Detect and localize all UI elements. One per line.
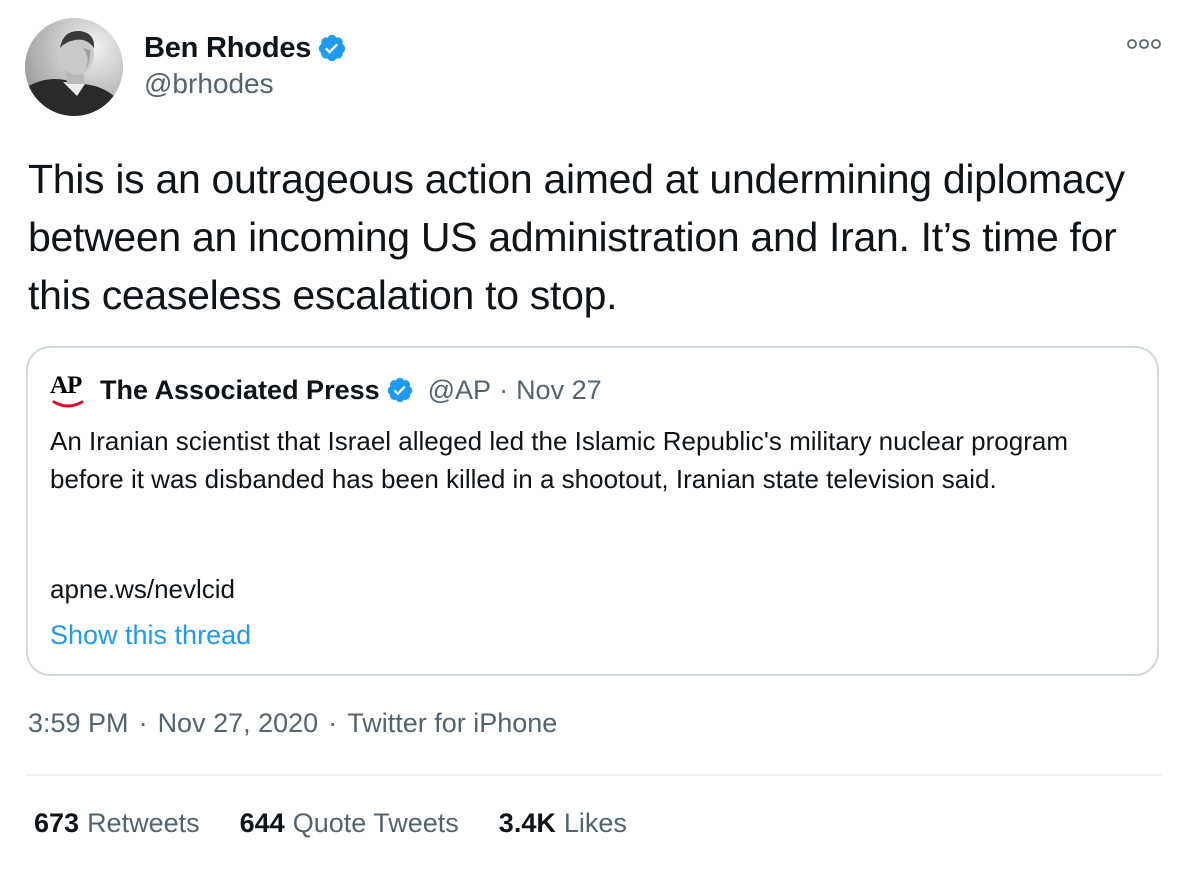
author-handle[interactable]: @brhodes: [144, 68, 274, 100]
verified-badge-icon: [317, 33, 347, 63]
tweet-text: This is an outrageous action aimed at un…: [28, 156, 1125, 318]
avatar[interactable]: [25, 18, 123, 116]
likes-count: 3.4K: [498, 808, 556, 838]
quote-tweets-label: Quote Tweets: [292, 808, 459, 838]
tweet-card: Ben Rhodes @brhodes This is an outrageou…: [0, 0, 1188, 874]
author-name-row: Ben Rhodes: [144, 28, 347, 68]
more-options-button[interactable]: [1124, 32, 1164, 56]
avatar-photo-icon: [25, 18, 123, 116]
quoted-handle[interactable]: @AP: [428, 375, 491, 406]
tweet-stats: 673 Retweets 644 Quote Tweets 3.4K Likes: [34, 808, 627, 839]
quoted-date[interactable]: Nov 27: [516, 375, 602, 406]
meta-separator: ·: [328, 708, 338, 738]
likes-label: Likes: [563, 808, 627, 838]
retweets-label: Retweets: [87, 808, 200, 838]
show-thread-link[interactable]: Show this thread: [50, 620, 251, 651]
quoted-tweet-body: An Iranian scientist that Israel alleged…: [50, 426, 1068, 494]
tweet-time[interactable]: 3:59 PM: [28, 708, 129, 738]
quote-tweets-stat[interactable]: 644 Quote Tweets: [240, 808, 459, 839]
meta-separator: ·: [138, 708, 148, 738]
author-name[interactable]: Ben Rhodes: [144, 32, 311, 65]
quoted-tweet-header: AP The Associated Press @AP · Nov 27: [50, 370, 602, 410]
quoted-tweet-link[interactable]: apne.ws/nevlcid: [50, 574, 235, 605]
more-options-icon: [1127, 39, 1161, 49]
quoted-tweet[interactable]: AP The Associated Press @AP · Nov 27 An …: [26, 346, 1159, 676]
ap-logo-text: AP: [50, 372, 82, 399]
quoted-author-name[interactable]: The Associated Press: [100, 375, 380, 406]
ap-logo-swoosh-icon: [52, 400, 84, 408]
retweets-count: 673: [34, 808, 80, 838]
tweet-source[interactable]: Twitter for iPhone: [347, 708, 557, 738]
tweet-meta: 3:59 PM · Nov 27, 2020 · Twitter for iPhone: [28, 708, 557, 739]
verified-badge-icon: [387, 377, 412, 403]
ap-logo[interactable]: AP: [50, 370, 86, 410]
retweets-stat[interactable]: 673 Retweets: [34, 808, 200, 839]
quoted-meta-separator: ·: [499, 374, 509, 405]
likes-stat[interactable]: 3.4K Likes: [499, 808, 627, 839]
divider: [26, 774, 1162, 776]
tweet-date[interactable]: Nov 27, 2020: [158, 708, 319, 738]
quote-tweets-count: 644: [239, 808, 285, 838]
